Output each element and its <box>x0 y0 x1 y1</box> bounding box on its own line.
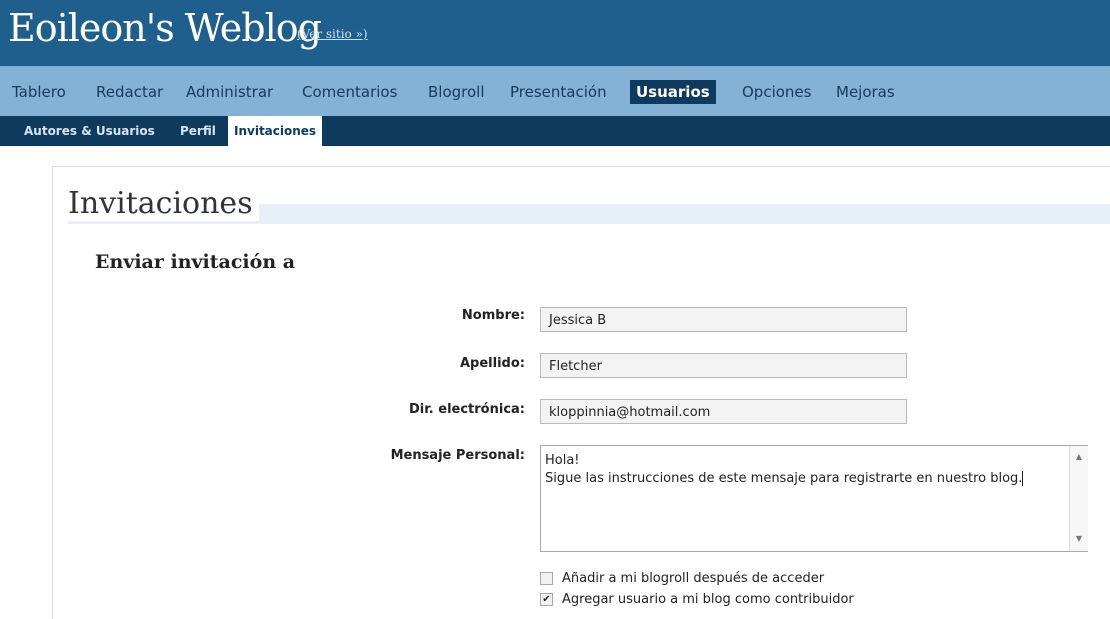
view-site-link[interactable]: (Ver sitio ») <box>297 27 368 41</box>
blogroll-option-label: Añadir a mi blogroll después de acceder <box>562 571 825 586</box>
message-scrollbar[interactable]: ▲ ▼ <box>1069 446 1088 551</box>
email-label: Dir. electrónica: <box>408 402 525 417</box>
sub-nav <box>0 116 1110 146</box>
nav-item-blogroll[interactable]: Blogroll <box>428 80 485 104</box>
page-title: Invitaciones <box>68 186 259 221</box>
last-name-label: Apellido: <box>460 356 525 371</box>
contributor-checkbox[interactable]: ✔ <box>540 593 553 606</box>
scroll-up-arrow-icon[interactable]: ▲ <box>1070 452 1088 461</box>
subnav-item-invitaciones[interactable]: Invitaciones <box>228 116 323 146</box>
nav-item-administrar[interactable]: Administrar <box>186 80 273 104</box>
scroll-down-arrow-icon[interactable]: ▼ <box>1070 534 1088 543</box>
nav-item-opciones[interactable]: Opciones <box>742 80 811 104</box>
subnav-item-perfil[interactable]: Perfil <box>180 124 216 138</box>
nav-item-redactar[interactable]: Redactar <box>96 80 163 104</box>
nav-item-tablero[interactable]: Tablero <box>12 80 66 104</box>
first-name-field[interactable]: Jessica B <box>540 307 907 332</box>
site-title: Eoileon's Weblog <box>8 6 322 50</box>
text-cursor <box>1022 471 1024 486</box>
message-text: Hola! Sigue las instrucciones de este me… <box>545 453 1023 486</box>
contributor-option-label: Agregar usuario a mi blog como contribui… <box>562 592 854 607</box>
nav-item-presentacion[interactable]: Presentación <box>510 80 607 104</box>
nav-item-usuarios[interactable]: Usuarios <box>630 80 716 104</box>
subnav-item-autores-usuarios[interactable]: Autores & Usuarios <box>24 124 155 138</box>
blogroll-checkbox[interactable] <box>540 572 553 585</box>
message-label: Mensaje Personal: <box>390 448 525 463</box>
page-title-text: Invitaciones <box>68 186 259 221</box>
message-textarea[interactable]: Hola! Sigue las instrucciones de este me… <box>540 445 1088 552</box>
nav-item-comentarios[interactable]: Comentarios <box>302 80 397 104</box>
nav-item-mejoras[interactable]: Mejoras <box>836 80 895 104</box>
email-field[interactable]: kloppinnia@hotmail.com <box>540 399 907 424</box>
section-title: Enviar invitación a <box>95 251 296 273</box>
first-name-label: Nombre: <box>461 308 525 323</box>
last-name-field[interactable]: Fletcher <box>540 353 907 378</box>
